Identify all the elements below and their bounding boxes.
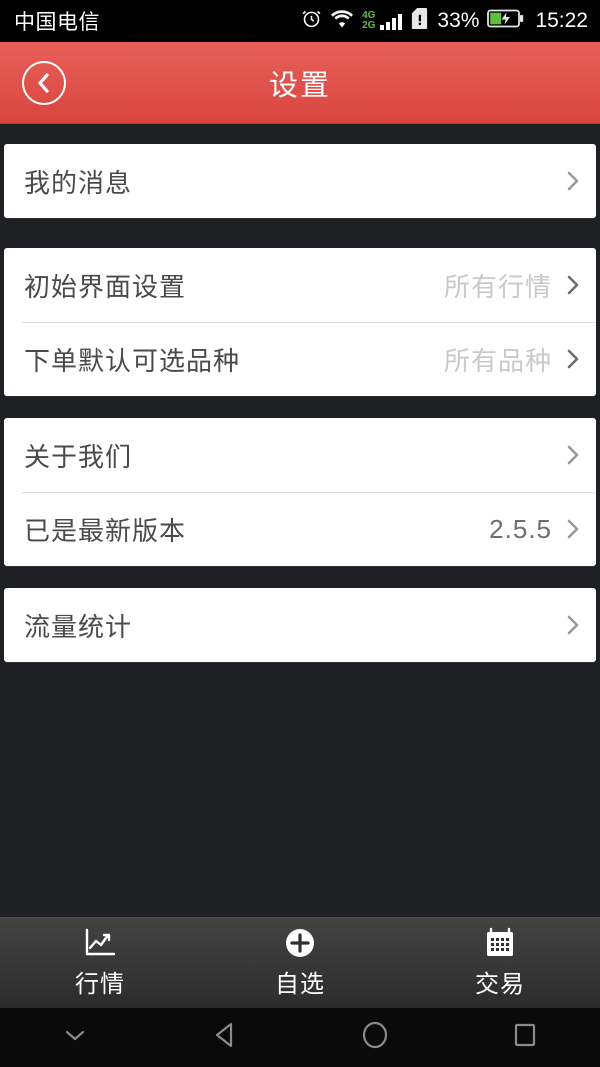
tab-label: 行情	[75, 971, 125, 998]
row-label: 初始界面设置	[24, 271, 187, 302]
settings-group: 流量统计	[4, 588, 596, 662]
chevron-right-icon	[566, 518, 580, 540]
row-label: 下单默认可选品种	[24, 345, 241, 376]
tab-market[interactable]: 行情	[0, 926, 200, 999]
settings-list: 我的消息 初始界面设置 所有行情 下单默认可选品种 所有品种 关于我们 已是最新…	[0, 124, 600, 917]
nav-back-button[interactable]	[150, 1020, 300, 1055]
row-value: 2.5.5	[489, 513, 552, 544]
tab-label: 交易	[475, 971, 525, 998]
line-chart-icon	[83, 926, 117, 960]
nav-hide-button[interactable]	[0, 1028, 150, 1047]
settings-row-my-messages[interactable]: 我的消息	[4, 144, 596, 218]
nav-recents-button[interactable]	[450, 1020, 600, 1055]
settings-row-default-products[interactable]: 下单默认可选品种 所有品种	[4, 322, 596, 396]
settings-group: 关于我们 已是最新版本 2.5.5	[4, 418, 596, 566]
settings-row-app-version[interactable]: 已是最新版本 2.5.5	[4, 492, 596, 566]
calendar-icon	[484, 926, 516, 960]
row-label: 流量统计	[24, 611, 133, 642]
alarm-clock-icon	[301, 8, 322, 34]
row-value: 所有行情	[443, 271, 552, 302]
clock-label: 15:22	[535, 9, 588, 32]
tab-label: 自选	[275, 971, 325, 998]
chevron-right-icon	[566, 444, 580, 466]
status-icons: 4G 2G 33% 15:22	[301, 7, 588, 35]
tab-watchlist[interactable]: 自选	[200, 926, 400, 999]
signal-bars-icon	[380, 13, 403, 30]
carrier-label: 中国电信	[14, 11, 100, 34]
settings-row-initial-screen[interactable]: 初始界面设置 所有行情	[4, 248, 596, 322]
chevron-right-icon	[566, 614, 580, 636]
android-navigation-bar	[0, 1007, 600, 1067]
phone-screen: 中国电信 4G 2G 33% 15:22 设置 我的消息 初始界面设置 所有行情…	[0, 0, 600, 1067]
chevron-right-icon	[566, 274, 580, 296]
bottom-tab-bar: 行情 自选 交易	[0, 917, 600, 1007]
square-recents-icon	[511, 1020, 539, 1055]
battery-percent-label: 33%	[437, 9, 480, 32]
back-chevron-icon	[35, 72, 53, 94]
nav-home-button[interactable]	[300, 1019, 450, 1056]
app-header: 设置	[0, 42, 600, 124]
chevron-right-icon	[566, 348, 580, 370]
row-label: 已是最新版本	[24, 515, 187, 546]
page-title: 设置	[268, 70, 331, 102]
plus-circle-icon	[284, 926, 316, 960]
circle-home-icon	[360, 1019, 390, 1056]
tab-trade[interactable]: 交易	[400, 926, 600, 999]
status-bar: 中国电信 4G 2G 33% 15:22	[0, 0, 600, 42]
row-value: 所有品种	[443, 345, 552, 376]
triangle-back-icon	[211, 1020, 239, 1055]
chevron-down-icon	[64, 1028, 86, 1047]
back-button[interactable]	[22, 61, 66, 105]
battery-charging-icon	[487, 8, 525, 34]
settings-row-about-us[interactable]: 关于我们	[4, 418, 596, 492]
network-secondary-label: 2G	[362, 20, 376, 31]
settings-group: 我的消息	[4, 144, 596, 218]
row-label: 关于我们	[24, 441, 133, 472]
wifi-icon	[330, 9, 354, 33]
settings-group: 初始界面设置 所有行情 下单默认可选品种 所有品种	[4, 248, 596, 396]
row-label: 我的消息	[24, 167, 133, 198]
settings-row-data-usage[interactable]: 流量统计	[4, 588, 596, 662]
chevron-right-icon	[566, 170, 580, 192]
network-type-labels: 4G 2G	[362, 11, 375, 31]
sim-card-alert-icon	[410, 7, 429, 35]
